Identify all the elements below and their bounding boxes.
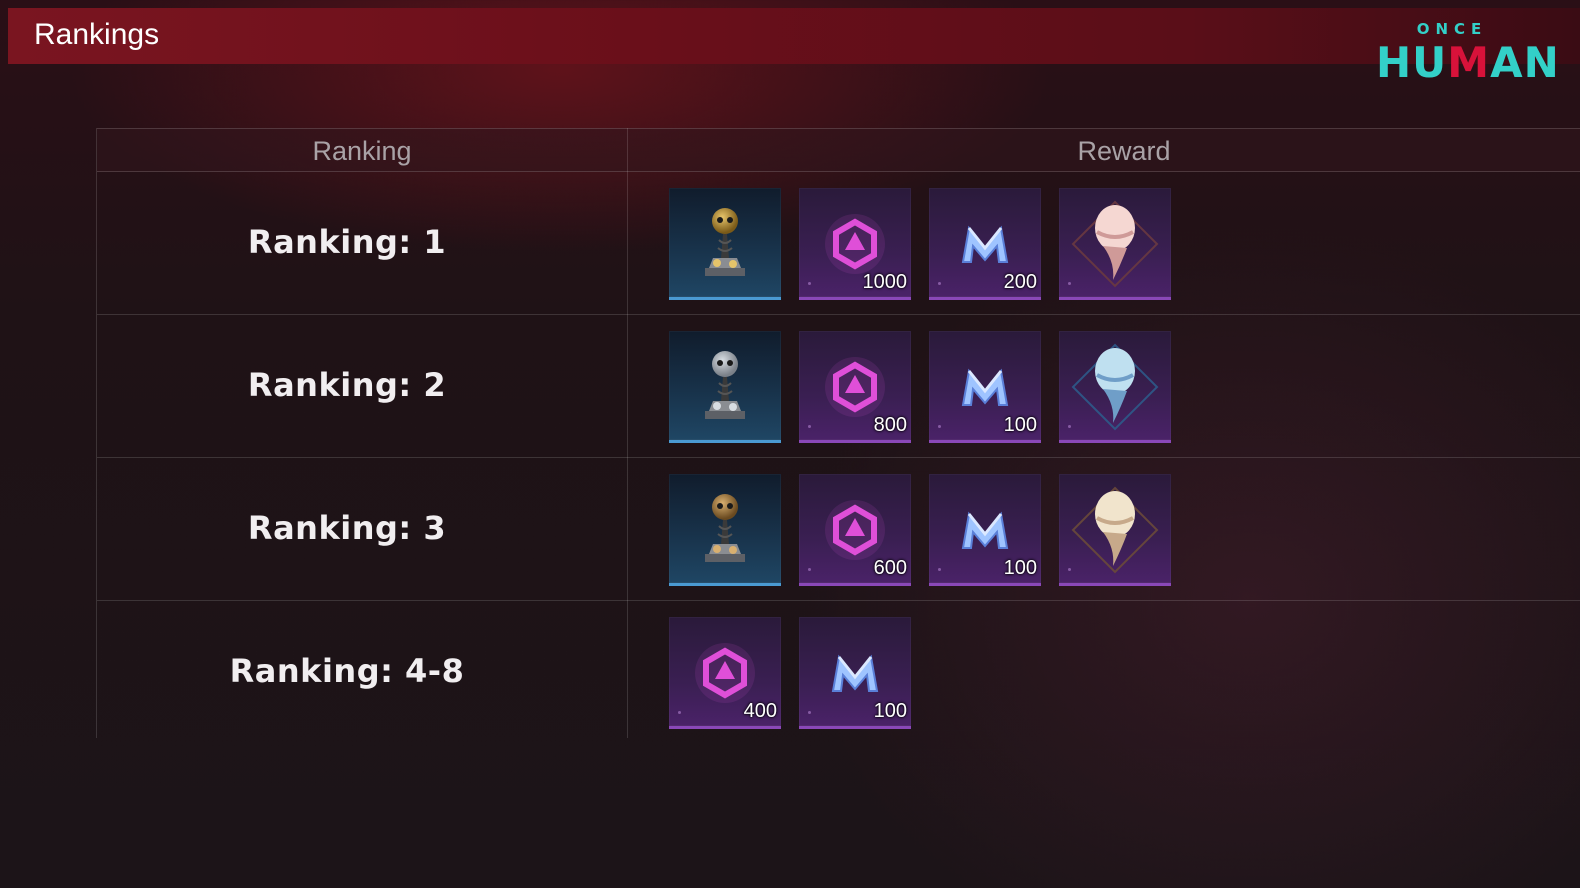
reward-item[interactable]: 100 xyxy=(799,617,911,729)
reward-quantity: 1000 xyxy=(862,271,908,293)
logo-human-text: HUMAN xyxy=(1376,38,1559,87)
reward-item[interactable]: 1000 xyxy=(799,188,911,300)
logo-m: M xyxy=(1447,38,1491,87)
corner-dot xyxy=(1068,568,1071,571)
corner-dot xyxy=(938,568,941,571)
corner-dot xyxy=(808,282,811,285)
logo-an: AN xyxy=(1490,38,1560,87)
reward-item[interactable] xyxy=(1059,188,1171,300)
once-human-logo: ONCE HUMAN xyxy=(1376,20,1559,92)
corner-dot xyxy=(808,568,811,571)
ranking-column-header: Ranking xyxy=(312,136,412,166)
table-row: Ranking: 1 1000 200 xyxy=(97,171,1580,315)
table-row: Ranking: 2 800 100 xyxy=(97,314,1580,458)
reward-item[interactable] xyxy=(669,188,781,300)
reward-item[interactable]: 400 xyxy=(669,617,781,729)
reward-item[interactable] xyxy=(669,331,781,443)
title-bar: Rankings xyxy=(8,8,1580,64)
reward-item[interactable]: 800 xyxy=(799,331,911,443)
corner-dot xyxy=(938,425,941,428)
reward-quantity: 200 xyxy=(1003,271,1037,293)
reward-quantity: 100 xyxy=(1003,414,1037,436)
corner-dot xyxy=(1068,425,1071,428)
table-row: Ranking: 3 600 100 xyxy=(97,457,1580,601)
corner-dot xyxy=(938,282,941,285)
reward-item[interactable] xyxy=(1059,474,1171,586)
reward-column-header: Reward xyxy=(1077,136,1171,166)
ranking-label: Ranking: 3 xyxy=(247,509,447,547)
reward-quantity: 100 xyxy=(1003,557,1037,579)
reward-item[interactable]: 200 xyxy=(929,188,1041,300)
reward-item[interactable]: 100 xyxy=(929,474,1041,586)
reward-item[interactable]: 600 xyxy=(799,474,911,586)
reward-quantity: 600 xyxy=(873,557,907,579)
corner-dot xyxy=(808,711,811,714)
reward-quantity: 800 xyxy=(873,414,907,436)
ranking-label: Ranking: 2 xyxy=(247,366,447,404)
ranking-label: Ranking: 1 xyxy=(247,223,447,261)
corner-dot xyxy=(808,425,811,428)
table-header: Ranking Reward xyxy=(97,128,1580,172)
reward-item[interactable] xyxy=(669,474,781,586)
reward-item[interactable] xyxy=(1059,331,1171,443)
logo-once-text: ONCE xyxy=(1416,20,1488,38)
logo-hu: HU xyxy=(1376,38,1448,87)
rankings-table: Ranking Reward Ranking: 1 1000 200 Ranking:… xyxy=(96,128,1580,738)
corner-dot xyxy=(1068,282,1071,285)
reward-item[interactable]: 100 xyxy=(929,331,1041,443)
reward-quantity: 100 xyxy=(873,700,907,722)
reward-quantity: 400 xyxy=(743,700,777,722)
table-row: Ranking: 4-8 400 100 xyxy=(97,600,1580,743)
ranking-label: Ranking: 4-8 xyxy=(229,652,465,690)
corner-dot xyxy=(678,711,681,714)
page-title: Rankings xyxy=(34,18,160,51)
